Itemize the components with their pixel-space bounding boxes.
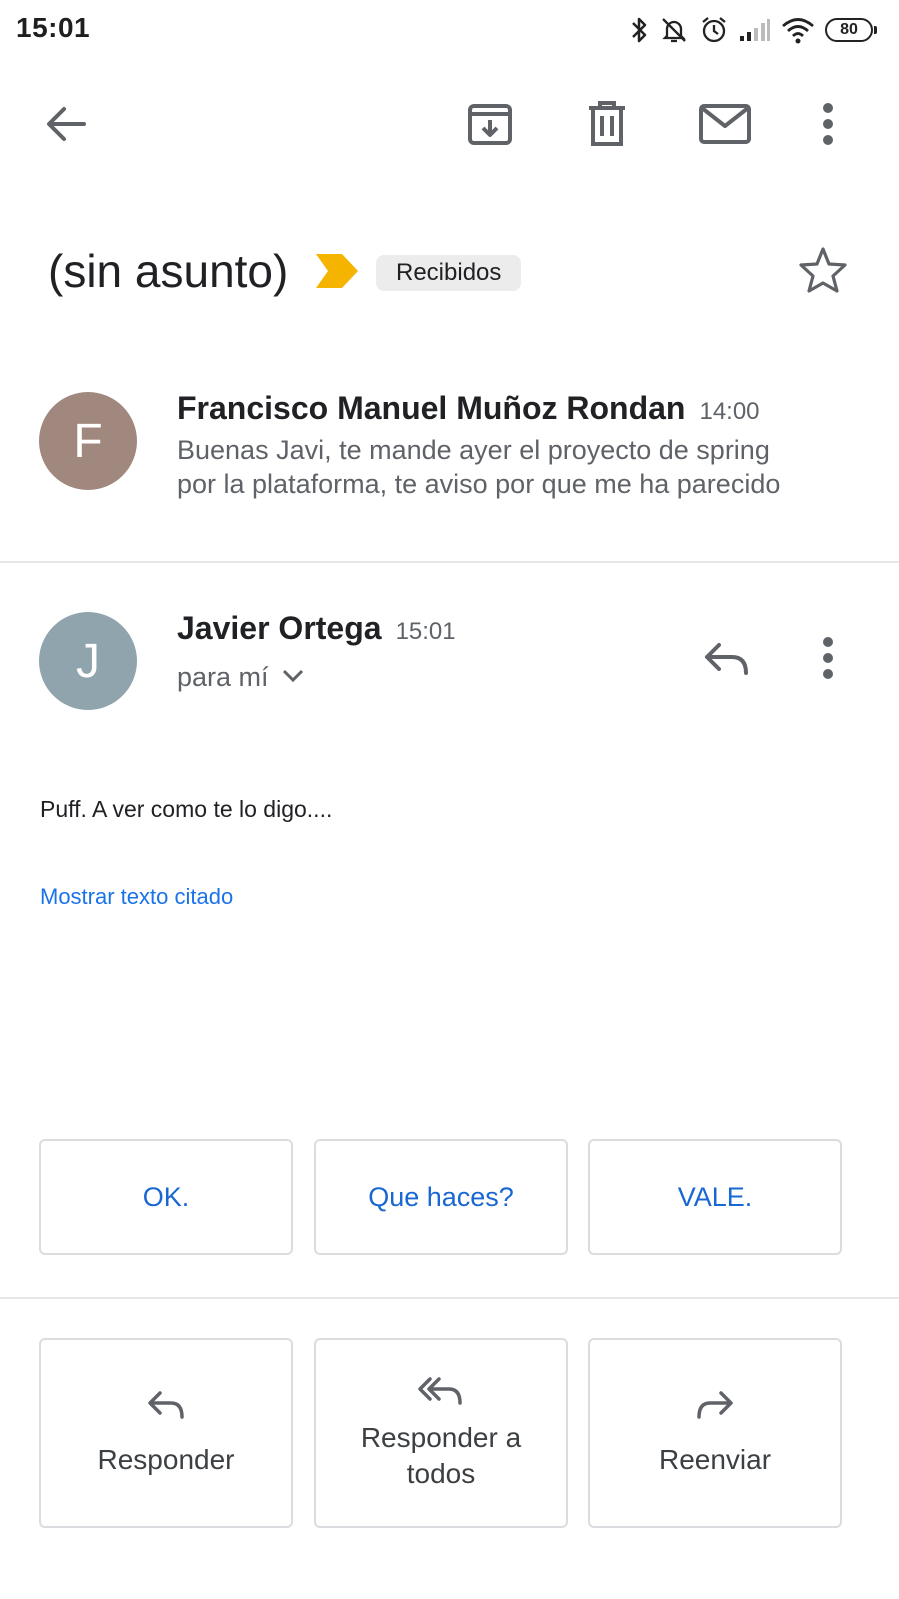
recipient-details-toggle[interactable]: para mí	[177, 662, 307, 693]
importance-marker-icon[interactable]	[316, 254, 358, 293]
reply-icon	[146, 1389, 186, 1424]
message-more-options-button[interactable]	[796, 628, 860, 692]
snippet-line: Buenas Javi, te mande ayer el proyecto d…	[177, 435, 770, 465]
archive-icon	[467, 101, 513, 152]
mail-unread-icon	[699, 103, 751, 149]
message-header: Javier Ortega 15:01	[177, 610, 456, 647]
divider	[0, 1297, 899, 1299]
back-button[interactable]	[34, 94, 98, 158]
more-options-button[interactable]	[796, 94, 860, 158]
snippet-line: por la plataforma, te aviso por que me h…	[177, 469, 781, 499]
archive-button[interactable]	[458, 94, 522, 158]
action-label: Responder a todos	[360, 1421, 522, 1489]
smart-reply-button[interactable]: OK.	[39, 1139, 293, 1255]
status-bar-icons: 80	[629, 12, 877, 48]
forward-action-button[interactable]: Reenviar	[588, 1338, 842, 1528]
more-vert-icon	[822, 102, 834, 151]
smart-reply-button[interactable]: Que haces?	[314, 1139, 568, 1255]
forward-icon	[695, 1389, 735, 1424]
message-header: Francisco Manuel Muñoz Rondan 14:00	[177, 390, 760, 427]
reply-action-button[interactable]: Responder	[39, 1338, 293, 1528]
signal-icon	[739, 18, 771, 42]
reply-all-icon	[418, 1375, 464, 1410]
delete-icon	[586, 100, 628, 153]
alarm-icon	[699, 15, 729, 45]
message-snippet: Buenas Javi, te mande ayer el proyecto d…	[177, 433, 857, 501]
wifi-icon	[781, 16, 815, 44]
chevron-down-icon	[279, 662, 307, 693]
battery-indicator: 80	[825, 18, 877, 42]
bluetooth-icon	[629, 15, 649, 45]
reply-all-action-button[interactable]: Responder a todos	[314, 1338, 568, 1528]
back-arrow-icon	[44, 102, 88, 151]
notifications-off-icon	[659, 15, 689, 45]
recipient-label: para mí	[177, 662, 269, 692]
divider	[0, 561, 899, 563]
message-body: Puff. A ver como te lo digo....	[40, 796, 333, 822]
sender-name: Francisco Manuel Muñoz Rondan	[177, 390, 686, 426]
subject-title: (sin asunto)	[48, 245, 289, 297]
avatar: J	[39, 612, 137, 710]
smart-reply-button[interactable]: VALE.	[588, 1139, 842, 1255]
message-time: 15:01	[395, 618, 456, 645]
message-time: 14:00	[699, 398, 760, 425]
reply-icon	[702, 640, 750, 681]
show-quoted-text-link[interactable]: Mostrar texto citado	[40, 884, 233, 910]
avatar: F	[39, 392, 137, 490]
message-collapsed[interactable]: F Francisco Manuel Muñoz Rondan 14:00 Bu…	[0, 378, 899, 558]
action-label: Reenviar	[658, 1443, 772, 1475]
star-icon[interactable]	[798, 246, 848, 299]
reply-button[interactable]	[694, 628, 758, 692]
status-bar-time: 15:01	[16, 12, 91, 43]
more-vert-icon	[822, 636, 834, 685]
label-chip[interactable]: Recibidos	[376, 255, 522, 291]
mark-unread-button[interactable]	[693, 94, 757, 158]
sender-name: Javier Ortega	[177, 610, 382, 646]
action-label: Responder	[97, 1443, 235, 1475]
delete-button[interactable]	[575, 94, 639, 158]
